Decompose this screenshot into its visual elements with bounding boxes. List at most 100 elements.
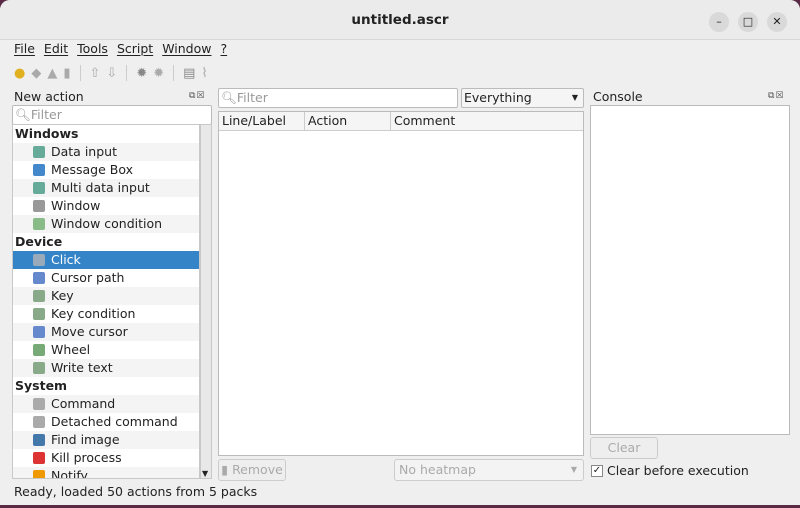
- remove-label: Remove: [232, 462, 283, 477]
- toolbar-separator: [173, 65, 175, 81]
- dock-buttons[interactable]: ⧉☒: [189, 91, 206, 101]
- action-label: Move cursor: [51, 324, 128, 339]
- action-label: Wheel: [51, 342, 91, 357]
- menu-tools[interactable]: Tools: [77, 41, 108, 59]
- title-bar: untitled.ascr – □ ✕: [0, 0, 800, 40]
- checkbox-label: Clear before execution: [607, 463, 749, 478]
- menu-script[interactable]: Script: [117, 41, 153, 59]
- settings-icon[interactable]: ✹: [136, 66, 147, 81]
- action-label: Message Box: [51, 162, 133, 177]
- dock-buttons[interactable]: ⧉☒: [768, 91, 785, 101]
- action-icon: [33, 272, 45, 284]
- chevron-down-icon: ▼: [570, 465, 577, 474]
- action-item-command[interactable]: Command: [13, 395, 199, 413]
- action-icon: [33, 290, 45, 302]
- copy-icon[interactable]: ◆: [31, 66, 41, 81]
- clear-button[interactable]: Clear: [590, 437, 658, 459]
- search-icon: 🔍︎: [15, 107, 31, 122]
- checkbox-checked-icon[interactable]: ✓: [591, 464, 603, 477]
- group-header: System: [13, 377, 199, 395]
- maximize-button[interactable]: □: [738, 12, 758, 32]
- search-icon: 🔍︎: [221, 90, 237, 105]
- menu-window[interactable]: Window: [162, 41, 211, 59]
- minimize-button[interactable]: –: [709, 12, 729, 32]
- console-output: [590, 105, 790, 435]
- menu-file[interactable]: File: [14, 41, 35, 59]
- action-icon: [33, 218, 45, 230]
- action-icon: [33, 470, 45, 478]
- script-filter-input[interactable]: 🔍︎Filter: [218, 88, 458, 108]
- action-item-cursor-path[interactable]: Cursor path: [13, 269, 199, 287]
- action-label: Data input: [51, 144, 117, 159]
- move-down-icon[interactable]: ⇩: [106, 66, 117, 81]
- action-icon: [33, 416, 45, 428]
- scope-value: Everything: [464, 90, 532, 105]
- app-window: untitled.ascr – □ ✕ File Edit Tools Scri…: [0, 0, 800, 505]
- filter-placeholder: Filter: [236, 90, 268, 105]
- toolbar-separator: [126, 65, 128, 81]
- trash-icon: ▮: [221, 462, 229, 477]
- new-icon[interactable]: ●: [14, 66, 25, 81]
- action-icon: [33, 452, 45, 464]
- action-label: Notify: [51, 468, 88, 479]
- paste-icon[interactable]: ▲: [47, 66, 57, 81]
- action-item-write-text[interactable]: Write text: [13, 359, 199, 377]
- action-label: Multi data input: [51, 180, 150, 195]
- document-icon[interactable]: ▤: [183, 66, 195, 81]
- attach-icon[interactable]: ⌇: [201, 66, 207, 81]
- action-item-detached-command[interactable]: Detached command: [13, 413, 199, 431]
- action-label: Click: [51, 252, 81, 267]
- action-item-message-box[interactable]: Message Box: [13, 161, 199, 179]
- action-item-move-cursor[interactable]: Move cursor: [13, 323, 199, 341]
- action-list-scrollbar[interactable]: ▼: [200, 124, 212, 479]
- script-table: Line/Label Action Comment: [218, 111, 584, 456]
- action-item-wheel[interactable]: Wheel: [13, 341, 199, 359]
- action-label: Write text: [51, 360, 113, 375]
- toolbar: ● ◆ ▲ ▮ ⇧ ⇩ ✹ ✹ ▤ ⌇: [14, 63, 208, 83]
- action-item-data-input[interactable]: Data input: [13, 143, 199, 161]
- clear-before-execution-checkbox[interactable]: ✓ Clear before execution: [591, 463, 749, 478]
- action-item-window-condition[interactable]: Window condition: [13, 215, 199, 233]
- action-filter-input[interactable]: 🔍︎Filter: [12, 105, 212, 125]
- action-icon: [33, 182, 45, 194]
- toolbar-separator: [79, 65, 81, 81]
- scroll-down-icon[interactable]: ▼: [202, 469, 208, 478]
- menu-bar: File Edit Tools Script Window ?: [14, 41, 227, 59]
- remove-button[interactable]: ▮ Remove: [218, 459, 286, 481]
- window-title: untitled.ascr: [351, 12, 449, 28]
- new-action-title: New action: [14, 89, 84, 104]
- heatmap-select[interactable]: No heatmap ▼: [394, 459, 584, 481]
- action-item-notify[interactable]: Notify: [13, 467, 199, 479]
- column-action[interactable]: Action: [305, 112, 391, 130]
- menu-help[interactable]: ?: [221, 41, 228, 59]
- column-line-label[interactable]: Line/Label: [219, 112, 305, 130]
- action-item-key[interactable]: Key: [13, 287, 199, 305]
- scope-select[interactable]: Everything ▼: [461, 88, 584, 108]
- menu-edit[interactable]: Edit: [44, 41, 68, 59]
- group-header: Windows: [13, 125, 199, 143]
- action-label: Kill process: [51, 450, 122, 465]
- action-icon: [33, 398, 45, 410]
- move-up-icon[interactable]: ⇧: [90, 66, 101, 81]
- action-icon: [33, 164, 45, 176]
- action-label: Key condition: [51, 306, 136, 321]
- action-item-kill-process[interactable]: Kill process: [13, 449, 199, 467]
- column-comment[interactable]: Comment: [391, 112, 583, 130]
- action-label: Cursor path: [51, 270, 125, 285]
- action-icon: [33, 344, 45, 356]
- close-button[interactable]: ✕: [767, 12, 787, 32]
- chevron-down-icon: ▼: [571, 93, 578, 102]
- heatmap-value: No heatmap: [399, 462, 476, 477]
- action-icon: [33, 254, 45, 266]
- action-item-window[interactable]: Window: [13, 197, 199, 215]
- status-bar: Ready, loaded 50 actions from 5 packs: [14, 484, 258, 499]
- action-item-click[interactable]: Click: [13, 251, 199, 269]
- action-label: Find image: [51, 432, 120, 447]
- group-header: Device: [13, 233, 199, 251]
- action-label: Window: [51, 198, 101, 213]
- execute-icon[interactable]: ✹: [153, 66, 164, 81]
- delete-icon[interactable]: ▮: [63, 66, 70, 81]
- action-item-find-image[interactable]: Find image: [13, 431, 199, 449]
- action-item-multi-data-input[interactable]: Multi data input: [13, 179, 199, 197]
- action-item-key-condition[interactable]: Key condition: [13, 305, 199, 323]
